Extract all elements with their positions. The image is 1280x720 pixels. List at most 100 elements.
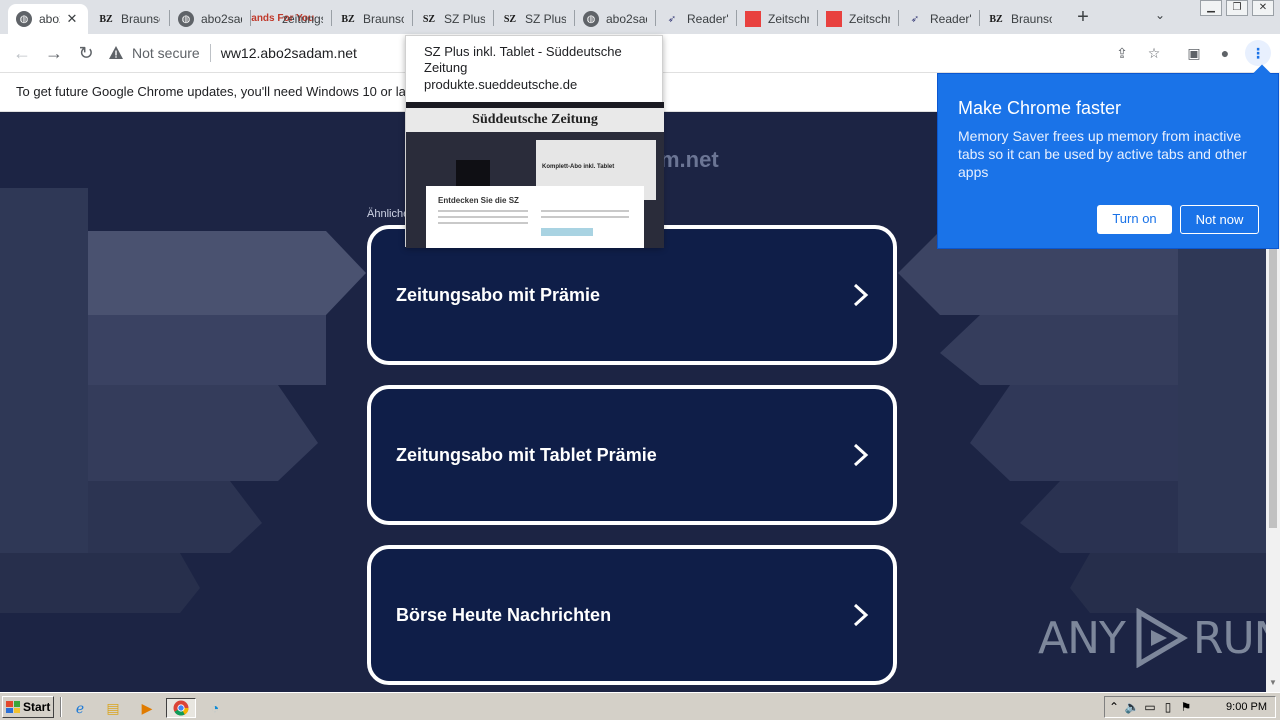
tab[interactable]: SZ SZ Plus i — [413, 4, 493, 34]
memory-saver-promo: Make Chrome faster Memory Saver frees up… — [937, 64, 1279, 249]
tab-active[interactable]: ◍ abo2 ✕ — [8, 4, 88, 34]
chevron-right-icon — [853, 443, 869, 467]
omnibox-divider — [209, 44, 211, 62]
tab-title: abo2 — [39, 12, 60, 26]
tab[interactable]: BZ Braunsch — [980, 4, 1060, 34]
edge-icon[interactable]: ◔ — [205, 698, 225, 718]
windows-taskbar: Start ℯ ▤ ▶ ◔ ⌃ 🔈 ▭ ▯ ⚑ 9:00 PM — [0, 692, 1280, 720]
ie-icon[interactable]: ℯ — [70, 698, 90, 718]
start-button[interactable]: Start — [2, 696, 54, 718]
tray-expand-icon[interactable]: ⌃ — [1105, 699, 1123, 715]
not-now-button[interactable]: Not now — [1180, 205, 1259, 234]
globe-icon: ◍ — [16, 11, 32, 27]
clock[interactable]: 9:00 PM — [1226, 701, 1267, 713]
related-link-3[interactable]: Börse Heute Nachrichten — [367, 545, 897, 685]
window-controls: ▁ ❐ ✕ — [1200, 0, 1274, 20]
side-panel-icon[interactable]: ▣ — [1184, 43, 1204, 63]
profile-icon[interactable]: ● — [1215, 43, 1235, 63]
close-window-icon[interactable]: ✕ — [1252, 0, 1274, 16]
bird-icon: ➶ — [910, 13, 920, 25]
tab[interactable]: SZ SZ Plus i — [494, 4, 574, 34]
tab[interactable]: BZ Braunsch — [90, 4, 168, 34]
warning-icon[interactable] — [108, 45, 124, 61]
tab[interactable]: ◍ abo2sad — [575, 4, 655, 34]
start-label: Start — [23, 700, 51, 714]
thumb-masthead: Süddeutsche Zeitung — [406, 108, 664, 132]
red-square-icon — [826, 11, 842, 27]
chevron-right-icon — [853, 603, 869, 627]
tab-title: abo2sad — [606, 12, 647, 26]
display-icon[interactable]: ▯ — [1159, 699, 1177, 715]
tab-title: SZ Plus i — [444, 12, 485, 26]
url-text[interactable]: ww12.abo2sadam.net — [221, 45, 357, 61]
tab[interactable]: ◍ abo2sad — [170, 4, 250, 34]
tab[interactable]: Top Brands For You zeitungs — [251, 4, 331, 34]
bz-icon: BZ — [989, 13, 1003, 25]
tab-title: Braunsch — [121, 12, 160, 26]
volume-icon[interactable]: 🔈 — [1123, 699, 1141, 715]
related-link-label: Zeitungsabo mit Prämie — [396, 284, 601, 305]
tab[interactable]: Zeitschri — [737, 4, 817, 34]
tab-title: abo2sad — [201, 12, 242, 26]
restore-icon[interactable]: ❐ — [1226, 0, 1248, 16]
chevron-right-icon — [853, 283, 869, 307]
tab-title: Reader's — [687, 12, 728, 26]
watermark-right: RUN — [1192, 612, 1266, 664]
watermark-left: ANY — [1038, 612, 1126, 664]
related-link-2[interactable]: Zeitungsabo mit Tablet Prämie — [367, 385, 897, 525]
promo-body: Memory Saver frees up memory from inacti… — [958, 128, 1247, 180]
new-tab-button[interactable]: + — [1072, 7, 1094, 29]
reload-icon[interactable]: ↻ — [74, 41, 98, 65]
close-tab-icon[interactable]: ✕ — [64, 11, 80, 27]
tab-search-icon[interactable]: ⌄ — [1150, 8, 1170, 28]
security-label[interactable]: Not secure — [132, 45, 200, 61]
bz-icon: BZ — [99, 13, 113, 25]
media-player-icon[interactable]: ▶ — [137, 698, 157, 718]
thumb-modal-title: Entdecken Sie die SZ — [438, 196, 519, 205]
network-icon[interactable]: ▭ — [1141, 699, 1159, 715]
thumb-tablet-image — [456, 160, 490, 188]
promo-title: Make Chrome faster — [958, 98, 1122, 118]
tab-title: Zeitschri — [768, 12, 809, 26]
windows-logo-icon — [6, 701, 20, 713]
chrome-icon — [173, 700, 189, 716]
play-icon — [1136, 608, 1188, 668]
tab-title: SZ Plus i — [525, 12, 566, 26]
domain-title: m.net — [660, 147, 719, 172]
chrome-menu-icon[interactable]: ⋮ — [1245, 40, 1271, 66]
address-bar[interactable]: Not secure ww12.abo2sadam.net — [108, 37, 1278, 69]
action-center-flag-icon[interactable]: ⚑ — [1177, 699, 1195, 715]
tab-title: Braunsch — [1011, 12, 1052, 26]
thumb-text-line — [541, 210, 629, 212]
forward-arrow-icon[interactable]: → — [42, 41, 66, 65]
tab-strip: ◍ abo2 ✕ BZ Braunsch ◍ abo2sad Top Brand… — [0, 0, 1280, 34]
tab[interactable]: BZ Braunsch — [332, 4, 412, 34]
hover-card-thumbnail: Süddeutsche Zeitung Komplett-Abo inkl. T… — [406, 102, 664, 248]
thumb-text-line — [438, 222, 528, 224]
related-searches-label: Ähnliche — [367, 208, 410, 220]
hover-card-domain: produkte.sueddeutsche.de — [424, 77, 578, 92]
thumb-text-line — [438, 210, 528, 212]
bookmark-star-icon[interactable]: ☆ — [1144, 43, 1164, 63]
tab[interactable]: ➶ Reader's — [656, 4, 736, 34]
scroll-down-icon[interactable]: ▼ — [1268, 678, 1278, 688]
folder-icon[interactable]: ▤ — [103, 698, 123, 718]
tab-title: zeitungs — [282, 12, 323, 26]
turn-on-button[interactable]: Turn on — [1097, 205, 1172, 234]
back-arrow-icon[interactable]: ← — [10, 41, 34, 65]
share-icon[interactable]: ⇪ — [1112, 43, 1132, 63]
globe-icon: ◍ — [583, 11, 599, 27]
sz-icon: SZ — [422, 13, 436, 25]
thumb-offer-text: Komplett-Abo inkl. Tablet — [542, 164, 615, 170]
system-tray: ⌃ 🔈 ▭ ▯ ⚑ 9:00 PM — [1104, 696, 1276, 718]
minimize-icon[interactable]: ▁ — [1200, 0, 1222, 16]
thumb-text-line — [541, 216, 629, 218]
tab[interactable]: Zeitschri — [818, 4, 898, 34]
anyrun-watermark: ANY RUN — [1038, 608, 1266, 668]
thumb-text-line — [438, 216, 528, 218]
chrome-taskbar-icon[interactable] — [166, 698, 196, 718]
brand-icon: Top Brands For You — [251, 13, 315, 24]
tab[interactable]: ➶ Reader's — [899, 4, 979, 34]
related-link-label: Zeitungsabo mit Tablet Prämie — [396, 444, 657, 465]
tab-title: Braunsch — [363, 12, 404, 26]
